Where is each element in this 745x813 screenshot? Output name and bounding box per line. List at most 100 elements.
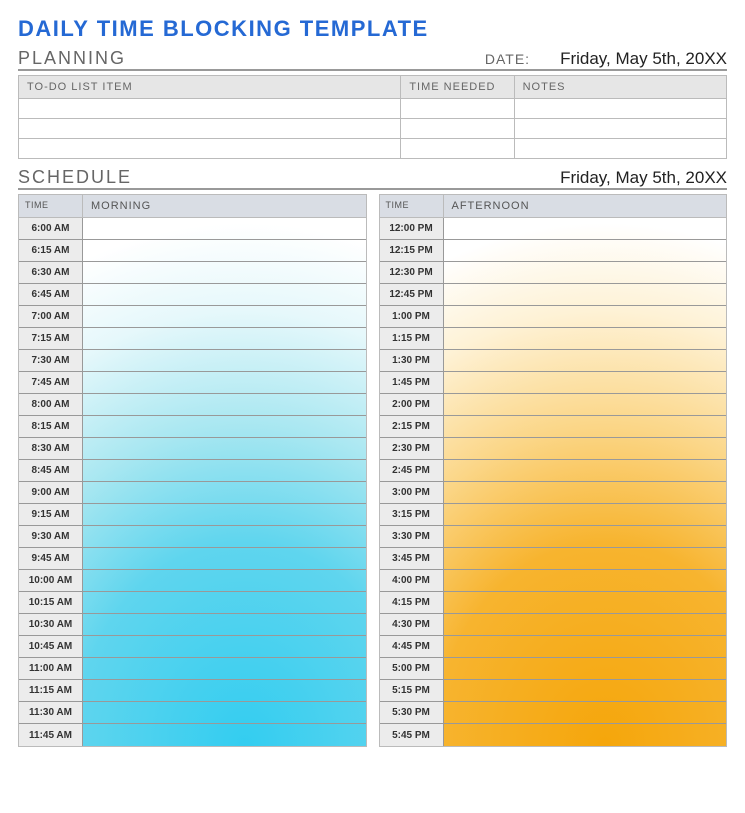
entry-cell[interactable]: [83, 526, 366, 547]
time-cell: 3:30 PM: [380, 526, 444, 547]
time-cell: 12:15 PM: [380, 240, 444, 261]
entry-cell[interactable]: [83, 504, 366, 525]
entry-cell[interactable]: [83, 658, 366, 679]
time-cell: 9:00 AM: [19, 482, 83, 503]
entry-cell[interactable]: [83, 636, 366, 657]
planning-cell-time[interactable]: [401, 119, 514, 139]
time-header-afternoon: TIME: [380, 195, 444, 217]
schedule-row: 8:00 AM: [19, 394, 366, 416]
schedule-row: 8:45 AM: [19, 460, 366, 482]
entry-cell[interactable]: [444, 526, 727, 547]
planning-label: PLANNING: [18, 48, 485, 69]
entry-cell[interactable]: [444, 460, 727, 481]
entry-cell[interactable]: [444, 702, 727, 723]
entry-cell[interactable]: [83, 350, 366, 371]
schedule-row: 9:30 AM: [19, 526, 366, 548]
time-cell: 9:30 AM: [19, 526, 83, 547]
entry-cell[interactable]: [444, 548, 727, 569]
entry-cell[interactable]: [83, 570, 366, 591]
time-cell: 7:15 AM: [19, 328, 83, 349]
entry-cell[interactable]: [83, 306, 366, 327]
entry-cell[interactable]: [83, 240, 366, 261]
entry-cell[interactable]: [83, 284, 366, 305]
schedule-row: 12:45 PM: [380, 284, 727, 306]
time-cell: 6:30 AM: [19, 262, 83, 283]
entry-cell[interactable]: [83, 372, 366, 393]
entry-cell[interactable]: [83, 328, 366, 349]
entry-cell[interactable]: [444, 262, 727, 283]
entry-cell[interactable]: [444, 482, 727, 503]
planning-cell-item[interactable]: [19, 119, 401, 139]
entry-cell[interactable]: [83, 482, 366, 503]
entry-cell[interactable]: [444, 372, 727, 393]
time-cell: 4:45 PM: [380, 636, 444, 657]
schedule-row: 5:00 PM: [380, 658, 727, 680]
schedule-row: 2:15 PM: [380, 416, 727, 438]
planning-table: TO-DO LIST ITEM TIME NEEDED NOTES: [18, 75, 727, 159]
entry-cell[interactable]: [444, 394, 727, 415]
time-cell: 5:45 PM: [380, 724, 444, 746]
schedule-row: 4:00 PM: [380, 570, 727, 592]
planning-row: [19, 99, 727, 119]
time-cell: 6:15 AM: [19, 240, 83, 261]
planning-cell-notes[interactable]: [514, 139, 726, 159]
entry-cell[interactable]: [444, 724, 727, 746]
schedule-label: SCHEDULE: [18, 167, 560, 188]
schedule-row: 10:15 AM: [19, 592, 366, 614]
planning-cell-item[interactable]: [19, 139, 401, 159]
entry-cell[interactable]: [83, 218, 366, 239]
entry-cell[interactable]: [444, 284, 727, 305]
planning-cell-item[interactable]: [19, 99, 401, 119]
entry-cell[interactable]: [444, 504, 727, 525]
entry-cell[interactable]: [444, 416, 727, 437]
time-cell: 1:00 PM: [380, 306, 444, 327]
schedule-row: 8:30 AM: [19, 438, 366, 460]
entry-cell[interactable]: [444, 680, 727, 701]
entry-cell[interactable]: [83, 614, 366, 635]
entry-cell[interactable]: [83, 262, 366, 283]
entry-cell[interactable]: [444, 592, 727, 613]
entry-cell[interactable]: [444, 328, 727, 349]
time-cell: 3:15 PM: [380, 504, 444, 525]
planning-cell-notes[interactable]: [514, 119, 726, 139]
schedule-row: 1:45 PM: [380, 372, 727, 394]
entry-cell[interactable]: [444, 636, 727, 657]
entry-cell[interactable]: [444, 240, 727, 261]
schedule-row: 4:30 PM: [380, 614, 727, 636]
entry-cell[interactable]: [83, 592, 366, 613]
entry-cell[interactable]: [83, 460, 366, 481]
planning-cell-notes[interactable]: [514, 99, 726, 119]
time-cell: 4:30 PM: [380, 614, 444, 635]
schedule-row: 5:30 PM: [380, 702, 727, 724]
planning-cell-time[interactable]: [401, 139, 514, 159]
entry-cell[interactable]: [444, 658, 727, 679]
entry-cell[interactable]: [83, 438, 366, 459]
entry-cell[interactable]: [444, 570, 727, 591]
entry-cell[interactable]: [83, 394, 366, 415]
time-cell: 4:00 PM: [380, 570, 444, 591]
entry-cell[interactable]: [444, 306, 727, 327]
entry-cell[interactable]: [444, 438, 727, 459]
time-cell: 7:30 AM: [19, 350, 83, 371]
entry-cell[interactable]: [83, 680, 366, 701]
time-cell: 7:45 AM: [19, 372, 83, 393]
planning-cell-time[interactable]: [401, 99, 514, 119]
schedule-row: 11:15 AM: [19, 680, 366, 702]
time-cell: 12:00 PM: [380, 218, 444, 239]
entry-cell[interactable]: [83, 548, 366, 569]
entry-cell[interactable]: [83, 702, 366, 723]
time-cell: 5:30 PM: [380, 702, 444, 723]
schedule-row: 7:15 AM: [19, 328, 366, 350]
entry-cell[interactable]: [444, 218, 727, 239]
entry-cell[interactable]: [83, 724, 366, 746]
schedule-date-value: Friday, May 5th, 20XX: [560, 168, 727, 188]
entry-cell[interactable]: [83, 416, 366, 437]
time-cell: 5:00 PM: [380, 658, 444, 679]
date-label: DATE:: [485, 51, 530, 67]
entry-cell[interactable]: [444, 614, 727, 635]
schedule-row: 7:45 AM: [19, 372, 366, 394]
schedule-row: 1:15 PM: [380, 328, 727, 350]
schedule-row: 6:00 AM: [19, 218, 366, 240]
entry-cell[interactable]: [444, 350, 727, 371]
time-cell: 10:00 AM: [19, 570, 83, 591]
